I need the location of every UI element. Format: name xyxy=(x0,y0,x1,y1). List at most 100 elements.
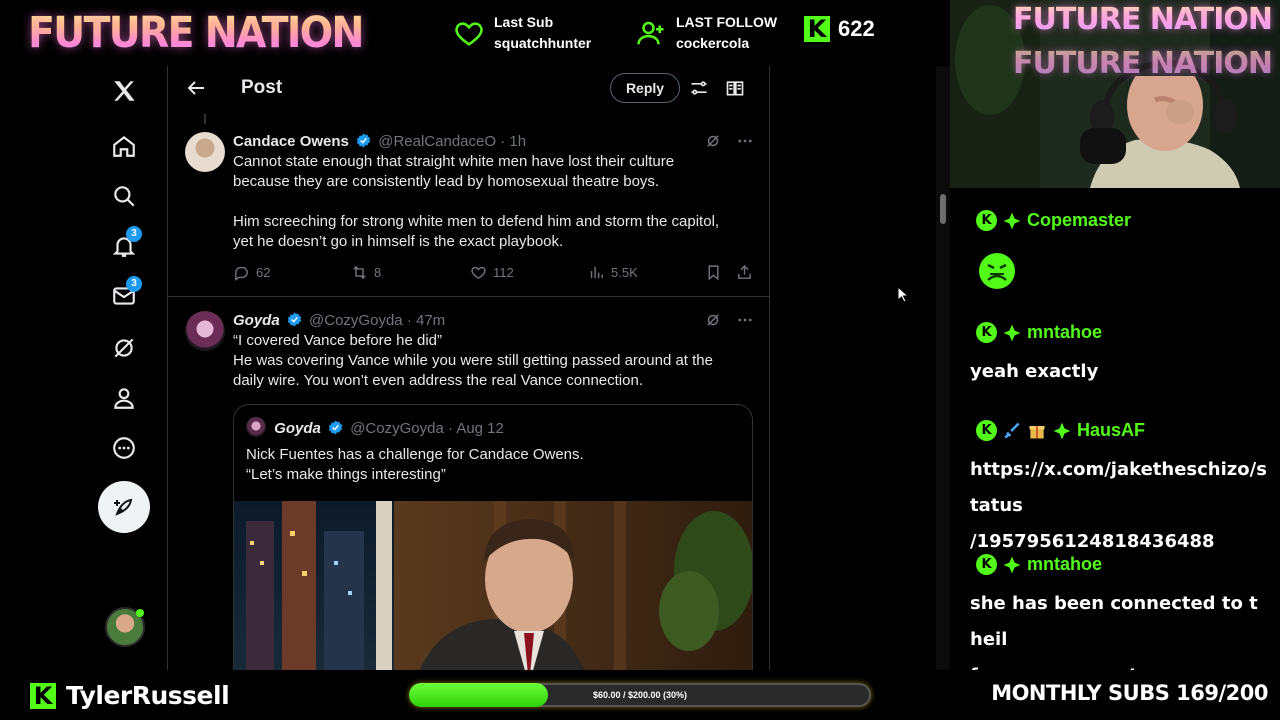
gift-badge-icon xyxy=(1029,425,1045,438)
messages-icon[interactable]: 3 xyxy=(104,276,144,316)
sub-badge-icon xyxy=(1003,556,1021,573)
bookmark-action[interactable] xyxy=(705,264,722,281)
page-scrollbar[interactable] xyxy=(936,66,950,670)
chat-user-row: K mntahoe xyxy=(976,322,1102,343)
neon-sign-reflection: FUTURE NATION xyxy=(1013,46,1273,81)
verified-badge-icon xyxy=(356,133,371,148)
chat-message: yeah exactly xyxy=(970,361,1099,382)
last-sub-label: Last Sub xyxy=(494,14,554,30)
reader-icon[interactable] xyxy=(725,78,745,98)
compose-icon xyxy=(114,498,133,516)
chat-message-line[interactable]: https://x.com/jaketheschizo/status xyxy=(970,452,1270,524)
quote-video[interactable] xyxy=(234,501,752,670)
compose-post-button[interactable] xyxy=(98,481,150,533)
more-options-icon[interactable] xyxy=(736,132,754,150)
tweet-time[interactable]: · 47m xyxy=(407,312,445,329)
chat-message: https://x.com/jaketheschizo/status /1957… xyxy=(970,452,1270,560)
tweet-avatar[interactable] xyxy=(185,132,225,172)
x-browser-view: 3 3 Post Reply Candace Owens @RealCandac… xyxy=(0,66,950,670)
tweet-handle[interactable]: @CozyGoyda xyxy=(309,312,403,329)
viewer-count: 622 xyxy=(838,16,875,41)
chat-user-row: K Copemaster xyxy=(976,210,1131,231)
tweet-text-line: daily wire. You won’t even address the r… xyxy=(233,372,643,389)
repost-action[interactable]: 8 xyxy=(351,264,381,281)
account-avatar[interactable] xyxy=(105,607,145,647)
more-options-icon[interactable] xyxy=(736,311,754,329)
chat-username[interactable]: mntahoe xyxy=(1027,554,1102,575)
notification-badge: 3 xyxy=(126,226,142,242)
webcam-feed: FUTURE NATION FUTURE NATION xyxy=(950,0,1280,188)
grok-icon[interactable] xyxy=(704,311,722,329)
quote-author-name: Goyda xyxy=(274,420,321,437)
views-count: 5.5K xyxy=(611,265,638,280)
donation-goal-bar: $60.00 / $200.00 (30%) xyxy=(409,683,871,707)
share-action[interactable] xyxy=(736,264,753,281)
tweet-author-name[interactable]: Candace Owens xyxy=(233,133,349,150)
quote-text: Nick Fuentes has a challenge for Candace… xyxy=(246,445,746,485)
share-icon xyxy=(738,265,751,279)
views-icon xyxy=(590,266,603,279)
tweet-text-line: He was covering Vance while you were sti… xyxy=(233,352,713,369)
more-icon[interactable] xyxy=(104,428,144,468)
last-follow-alert: LAST FOLLOW cockercola xyxy=(636,12,777,54)
sword-badge-icon xyxy=(1004,422,1020,439)
kick-logo-icon: K xyxy=(30,682,56,709)
quote-avatar xyxy=(246,417,266,437)
tweet-header: Candace Owens @RealCandaceO · 1h xyxy=(233,132,526,150)
like-action[interactable]: 112 xyxy=(470,264,514,281)
tweet-avatar[interactable] xyxy=(185,311,225,351)
thread-line xyxy=(204,114,206,124)
tweet-text: Cannot state enough that straight white … xyxy=(233,152,753,252)
chat-username[interactable]: Copemaster xyxy=(1027,210,1131,231)
notifications-icon[interactable]: 3 xyxy=(104,226,144,266)
x-logo-icon[interactable] xyxy=(104,71,144,111)
brand-logo: FUTURE NATION xyxy=(28,8,365,58)
sub-badge-icon xyxy=(1053,422,1071,439)
last-sub-alert: Last Sub squatchhunter xyxy=(454,12,591,54)
neon-sign: FUTURE NATION xyxy=(1013,2,1273,37)
reply-count: 62 xyxy=(256,265,271,280)
streamer-name-block: K TylerRussell xyxy=(30,681,230,710)
tweet-author-name[interactable]: Goyda xyxy=(233,312,280,329)
chat-message-line: she has been connected to theil xyxy=(970,593,1258,650)
kick-badge-icon: K xyxy=(976,554,997,575)
grok-icon[interactable] xyxy=(104,328,144,368)
verified-badge-icon xyxy=(287,312,302,327)
overlay-topbar: FUTURE NATION Last Sub squatchhunter LAS… xyxy=(0,0,950,66)
like-count: 112 xyxy=(493,265,514,280)
video-frame xyxy=(234,501,752,670)
quoted-tweet[interactable]: Goyda @CozyGoyda · Aug 12 Nick Fuentes h… xyxy=(233,404,753,670)
grok-icon[interactable] xyxy=(704,132,722,150)
filter-icon[interactable] xyxy=(689,78,709,98)
verified-badge-icon xyxy=(328,420,343,435)
back-arrow-icon[interactable] xyxy=(184,76,208,100)
bookmark-icon xyxy=(708,265,719,281)
heart-icon xyxy=(455,22,483,46)
x-left-nav: 3 3 xyxy=(0,66,168,670)
search-icon[interactable] xyxy=(104,176,144,216)
tweet-time[interactable]: · 1h xyxy=(500,133,526,150)
like-icon xyxy=(471,266,486,279)
views-action[interactable]: 5.5K xyxy=(588,264,638,281)
green-face-emote-icon xyxy=(979,253,1015,289)
streamer-name: TylerRussell xyxy=(66,681,230,710)
kick-badge-icon: K xyxy=(976,210,997,231)
tweet-text-line: Cannot state enough that straight white … xyxy=(233,153,675,170)
profile-icon[interactable] xyxy=(104,378,144,418)
tweet-text-line: “I covered Vance before he did” xyxy=(233,332,443,349)
kick-viewer-count: K 622 xyxy=(804,16,875,42)
reply-action[interactable]: 62 xyxy=(233,264,270,281)
reply-button[interactable]: Reply xyxy=(610,73,680,103)
kick-badge-icon: K xyxy=(976,420,997,441)
monthly-subs-counter: MONTHLY SUBS 169/200 xyxy=(991,681,1268,705)
kick-logo-icon: K xyxy=(804,16,830,42)
user-plus-icon xyxy=(637,21,664,45)
tweet-handle[interactable]: @RealCandaceO xyxy=(378,133,496,150)
chat-username[interactable]: HausAF xyxy=(1077,420,1145,441)
scrollbar-thumb[interactable] xyxy=(940,194,946,224)
chat-user-row: K mntahoe xyxy=(976,554,1102,575)
repost-count: 8 xyxy=(374,265,382,280)
quote-header: Goyda @CozyGoyda · Aug 12 xyxy=(246,417,504,437)
home-icon[interactable] xyxy=(104,126,144,166)
chat-username[interactable]: mntahoe xyxy=(1027,322,1102,343)
